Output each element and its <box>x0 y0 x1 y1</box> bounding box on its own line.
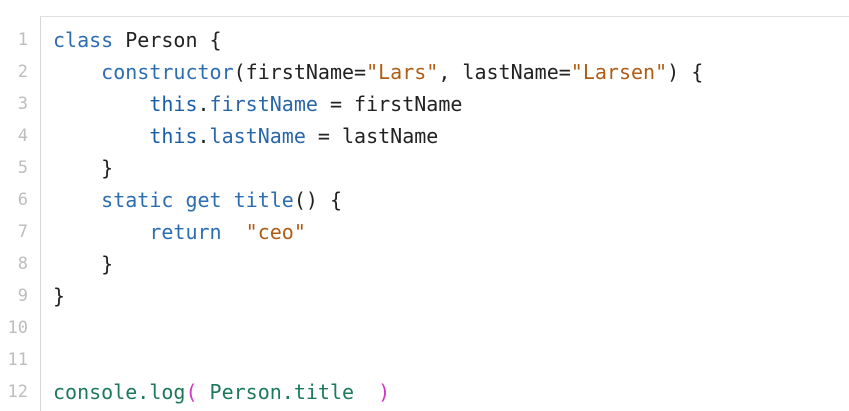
param-text: , lastName= <box>438 60 571 84</box>
line-number: 6 <box>17 190 28 210</box>
code-line-2[interactable]: constructor(firstName="Lars", lastName="… <box>53 56 703 88</box>
code-line-9[interactable]: } <box>53 280 65 312</box>
line-number: 11 <box>7 350 28 370</box>
property: firstName <box>209 92 318 116</box>
code-line-4[interactable]: this.lastName = lastName <box>53 120 438 152</box>
keyword: get <box>185 188 222 212</box>
method-name: title <box>233 188 294 212</box>
line-number: 7 <box>17 222 28 242</box>
line-number: 10 <box>7 318 28 338</box>
class-name: Person { <box>113 28 222 52</box>
param-text: (firstName= <box>233 60 367 84</box>
close-paren: ) <box>378 380 391 404</box>
dot: . <box>137 380 150 404</box>
keyword: this <box>149 124 198 148</box>
object-name: console <box>53 380 138 404</box>
open-paren: ( <box>185 380 198 404</box>
dot: . <box>197 124 210 148</box>
dot: . <box>197 92 210 116</box>
line-number: 8 <box>17 254 28 274</box>
line-number: 1 <box>17 30 28 50</box>
code-line-1[interactable]: class Person { <box>53 24 222 56</box>
code-line-6[interactable]: static get title() { <box>53 184 342 216</box>
line-number: 12 <box>7 382 28 402</box>
code-line-5[interactable]: } <box>53 152 113 184</box>
code-line-7[interactable]: return "ceo" <box>53 216 306 248</box>
code-line-8[interactable]: } <box>53 248 113 280</box>
code-editor[interactable]: 1 2 3 4 5 6 7 8 9 10 11 12 class Person … <box>0 0 849 411</box>
code-line-3[interactable]: this.firstName = firstName <box>53 88 462 120</box>
line-number: 2 <box>17 62 28 82</box>
line-number: 4 <box>17 126 28 146</box>
string-literal: "ceo" <box>245 220 306 244</box>
code-line-12[interactable]: console.log( Person.title ) <box>53 376 390 408</box>
keyword: class <box>53 28 114 52</box>
assignment: = firstName <box>317 92 463 116</box>
assignment: = lastName <box>305 124 439 148</box>
string-literal: "Lars" <box>366 60 439 84</box>
param-text: ) { <box>667 60 704 84</box>
string-literal: "Larsen" <box>570 60 668 84</box>
function-name: log <box>149 380 186 404</box>
argument: Person.title <box>197 380 379 404</box>
line-number: 3 <box>17 94 28 114</box>
property: lastName <box>209 124 306 148</box>
keyword: static <box>101 188 174 212</box>
line-number: 9 <box>17 286 28 306</box>
keyword: this <box>149 92 198 116</box>
keyword: constructor <box>101 60 234 84</box>
method-body: () { <box>293 188 343 212</box>
keyword: return <box>149 220 222 244</box>
line-number: 5 <box>17 158 28 178</box>
